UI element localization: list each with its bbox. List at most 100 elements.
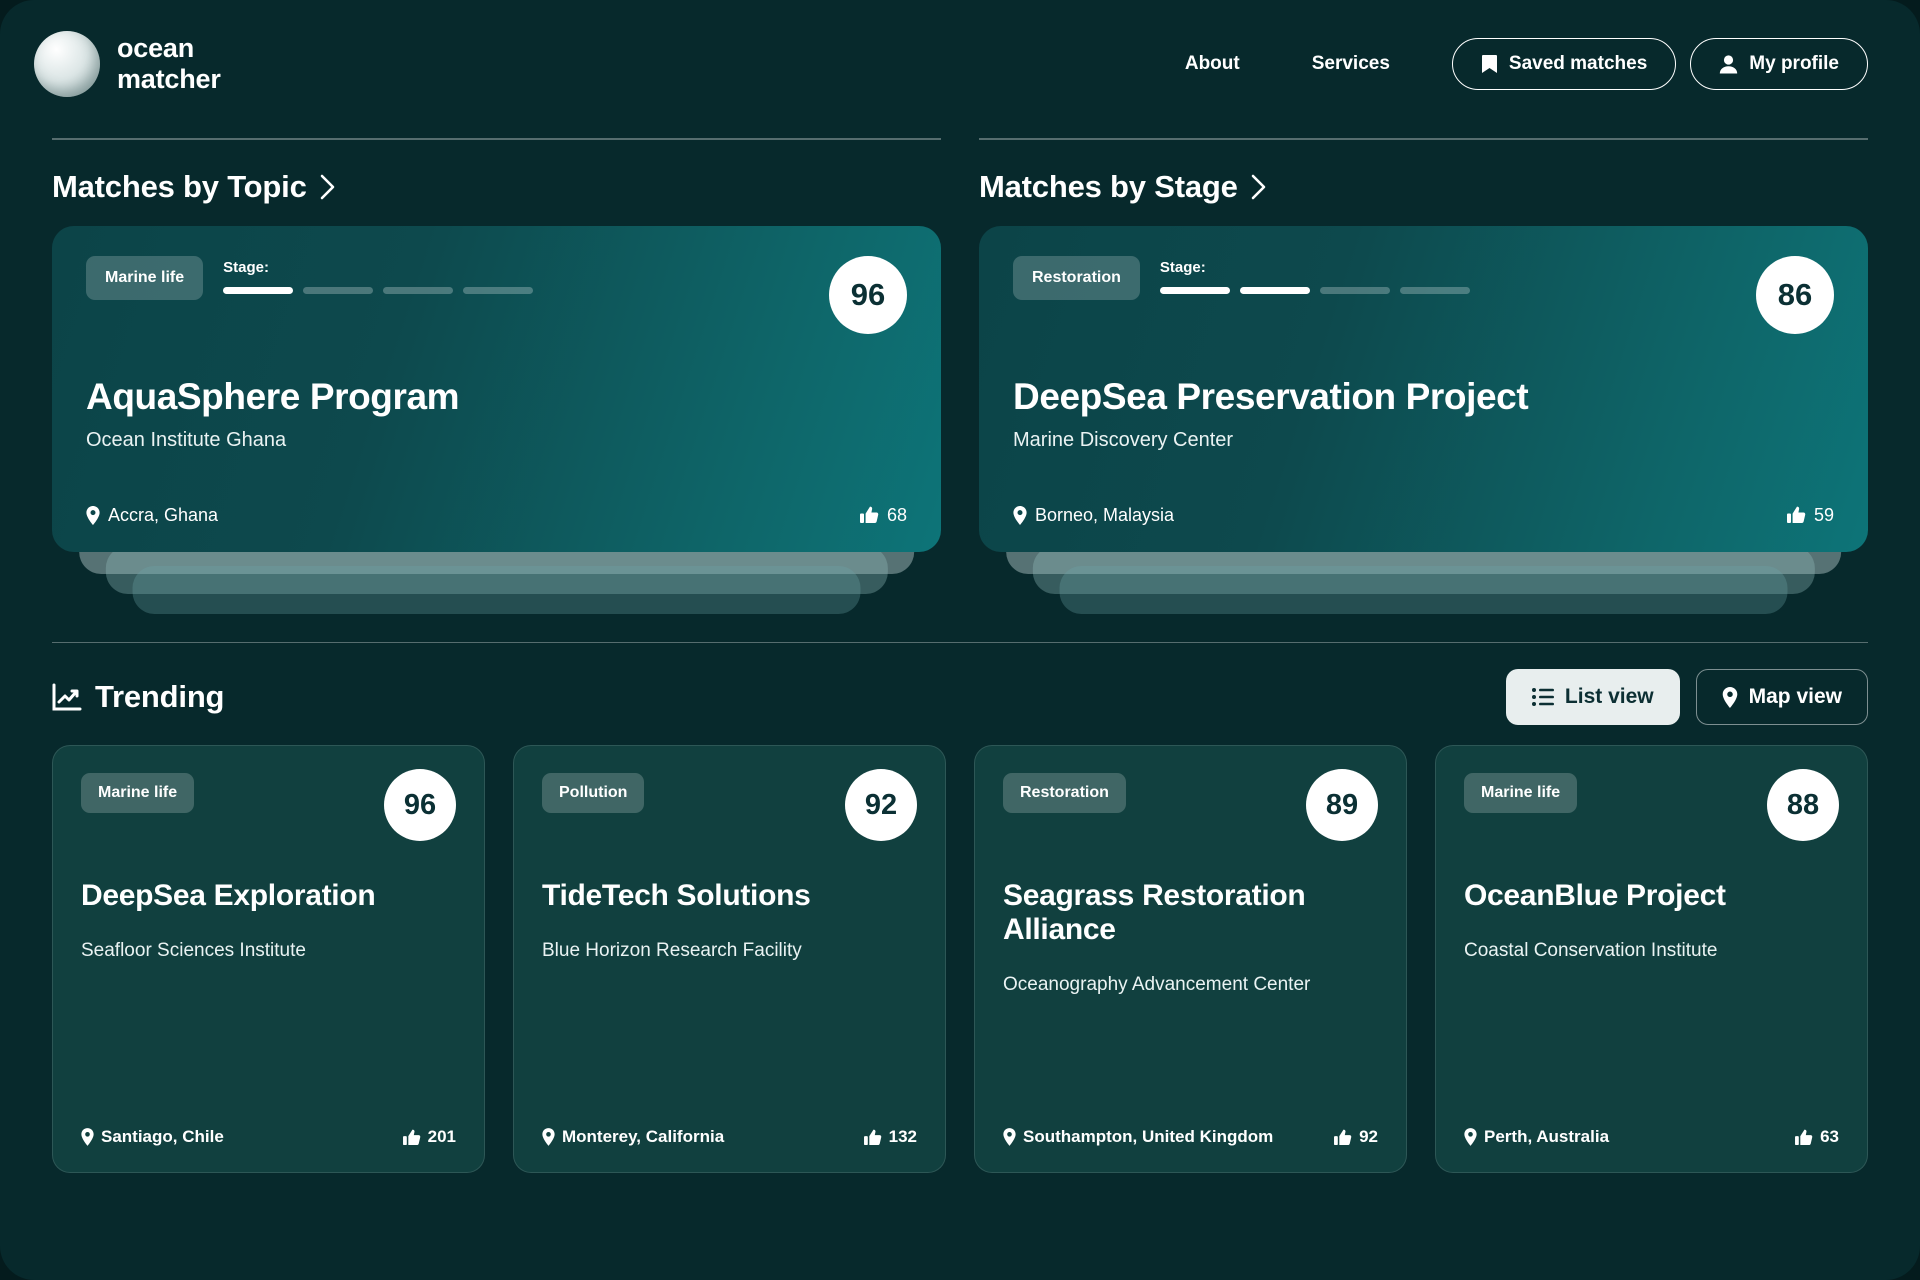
stage-label: Stage:	[223, 258, 269, 276]
chevron-right-icon[interactable]	[1250, 174, 1267, 200]
view-toggle-group: List view Map view	[1505, 669, 1868, 725]
match-card-deck: Restoration Stage: 86 DeepSea Preservati…	[979, 225, 1868, 614]
topic-chip[interactable]: Marine life	[81, 773, 195, 813]
brand-name: ocean matcher	[117, 33, 221, 95]
score-badge: 92	[845, 769, 917, 841]
stage-bar	[1399, 286, 1470, 294]
trending-card-top: Restoration 89	[1003, 769, 1378, 841]
my-profile-button[interactable]: My profile	[1690, 38, 1868, 90]
organization-name: Blue Horizon Research Facility	[542, 940, 802, 962]
map-pin-icon	[542, 1128, 555, 1146]
likes-count: 68	[886, 504, 907, 525]
brand-line-1: ocean	[117, 33, 195, 64]
trending-chart-icon	[52, 683, 82, 711]
project-name: TideTech Solutions	[542, 879, 811, 912]
organization-name: Oceanography Advancement Center	[1003, 974, 1311, 996]
match-score-badge: 96	[829, 255, 907, 334]
organization-name: Coastal Conservation Institute	[1464, 940, 1718, 962]
location: Borneo, Malaysia	[1013, 505, 1174, 526]
map-pin-icon	[1464, 1128, 1477, 1146]
score-badge: 89	[1306, 769, 1378, 841]
map-view-button[interactable]: Map view	[1695, 669, 1868, 725]
likes: 201	[402, 1127, 456, 1147]
matches-by-stage-header[interactable]: Matches by Stage	[979, 140, 1868, 226]
stage-bars	[223, 286, 534, 294]
trending-card-footer: Southampton, United Kingdom 92	[1003, 1127, 1378, 1147]
match-card-top: Marine life Stage: 96	[86, 255, 907, 334]
stage-bar	[1319, 286, 1390, 294]
location-text: Perth, Australia	[1484, 1127, 1610, 1146]
trending-card[interactable]: Pollution 92 TideTech Solutions Blue Hor…	[513, 745, 946, 1173]
score-badge: 96	[384, 769, 456, 841]
likes: 59	[1786, 504, 1834, 526]
thumbs-up-icon	[1795, 1129, 1813, 1146]
deck-layer-3	[132, 565, 861, 614]
match-card[interactable]: Marine life Stage: 96 AquaSphere Program…	[52, 225, 941, 552]
location-text: Santiago, Chile	[101, 1127, 224, 1146]
project-name: OceanBlue Project	[1464, 879, 1726, 912]
score-badge: 88	[1767, 769, 1839, 841]
match-card-footer: Borneo, Malaysia 59	[1013, 505, 1834, 526]
match-card[interactable]: Restoration Stage: 86 DeepSea Preservati…	[979, 225, 1868, 552]
location-text: Accra, Ghana	[108, 504, 219, 525]
stage-bar	[463, 286, 534, 294]
match-title: DeepSea Preservation Project	[1013, 375, 1529, 417]
location: Accra, Ghana	[86, 505, 218, 526]
match-score-badge: 86	[1756, 255, 1834, 334]
stage-bars	[1159, 286, 1470, 294]
nav-link-about[interactable]: About	[1163, 43, 1262, 85]
section-title: Matches by Stage	[979, 168, 1238, 204]
likes-count: 132	[888, 1127, 917, 1146]
trending-card-footer: Monterey, California 132	[542, 1127, 917, 1147]
deck-layer-3	[1059, 565, 1788, 614]
location: Monterey, California	[542, 1127, 724, 1147]
likes: 68	[859, 504, 907, 526]
topic-chip[interactable]: Restoration	[1003, 773, 1126, 813]
trending-card-body: TideTech Solutions Blue Horizon Research…	[542, 879, 917, 963]
topic-chip[interactable]: Restoration	[1013, 255, 1140, 300]
trending-card-grid: Marine life 96 DeepSea Exploration Seafl…	[52, 745, 1868, 1173]
stage-bar	[383, 286, 454, 294]
map-pin-icon	[81, 1128, 94, 1146]
trending-card-body: DeepSea Exploration Seafloor Sciences In…	[81, 879, 456, 963]
trending-card[interactable]: Marine life 88 OceanBlue Project Coastal…	[1435, 745, 1868, 1173]
trending-header: Trending List view Map view	[52, 643, 1868, 745]
likes-count: 63	[1820, 1127, 1839, 1146]
stage-bar	[223, 286, 294, 294]
matches-by-topic-column: Matches by Topic Marine life Stage: 96 A…	[52, 138, 941, 614]
trending-title: Trending	[52, 679, 224, 715]
app-root: ocean matcher About Services Saved match…	[0, 0, 1920, 1280]
likes-count: 201	[427, 1127, 456, 1146]
stage-indicator: Stage:	[223, 256, 534, 294]
brand-logo[interactable]: ocean matcher	[34, 31, 221, 97]
thumbs-up-icon	[1334, 1129, 1352, 1146]
matches-area: Matches by Topic Marine life Stage: 96 A…	[0, 138, 1920, 614]
match-card-footer: Accra, Ghana 68	[86, 505, 907, 526]
section-title: Matches by Topic	[52, 168, 307, 204]
matches-by-topic-header[interactable]: Matches by Topic	[52, 140, 941, 226]
nav-link-services[interactable]: Services	[1290, 43, 1412, 85]
topic-chip[interactable]: Pollution	[542, 773, 645, 813]
trending-card[interactable]: Marine life 96 DeepSea Exploration Seafl…	[52, 745, 485, 1173]
matches-by-stage-column: Matches by Stage Restoration Stage: 86 D…	[979, 138, 1868, 614]
list-view-button[interactable]: List view	[1505, 669, 1680, 725]
list-icon	[1531, 688, 1554, 706]
location: Southampton, United Kingdom	[1003, 1127, 1273, 1147]
likes-count: 59	[1813, 504, 1834, 525]
thumbs-up-icon	[859, 506, 879, 524]
map-view-label: Map view	[1748, 685, 1842, 708]
match-organization: Marine Discovery Center	[1013, 428, 1234, 451]
trending-card-body: Seagrass Restoration Alliance Oceanograp…	[1003, 879, 1378, 997]
topic-chip[interactable]: Marine life	[86, 255, 204, 300]
stage-bar	[1239, 286, 1310, 294]
topic-chip[interactable]: Marine life	[1464, 773, 1578, 813]
saved-matches-label: Saved matches	[1508, 53, 1648, 74]
stage-indicator: Stage:	[1159, 256, 1470, 294]
organization-name: Seafloor Sciences Institute	[81, 940, 306, 962]
trending-card[interactable]: Restoration 89 Seagrass Restoration Alli…	[974, 745, 1407, 1173]
saved-matches-button[interactable]: Saved matches	[1451, 38, 1677, 90]
trending-section: Trending List view Map view Marine life …	[0, 641, 1920, 1173]
trending-card-footer: Perth, Australia 63	[1464, 1127, 1839, 1147]
likes: 132	[863, 1127, 917, 1147]
chevron-right-icon[interactable]	[319, 174, 336, 200]
